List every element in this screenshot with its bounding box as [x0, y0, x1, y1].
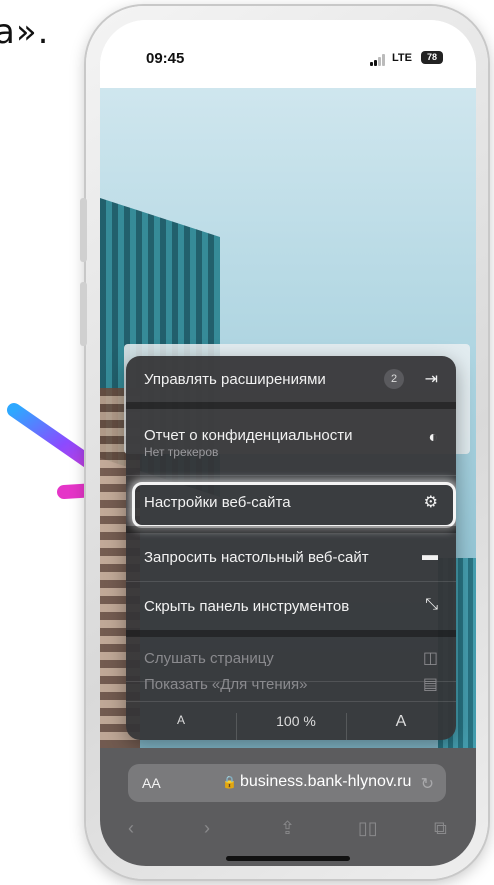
menu-item-privacy-report[interactable]: Отчет о конфиденциальности Нет трекеров …	[126, 409, 456, 475]
desktop-icon: ▬	[422, 547, 438, 564]
tabs-icon[interactable]: ⧉	[434, 818, 447, 839]
zoom-level: 100 %	[276, 713, 316, 729]
zoom-increase-button[interactable]: A	[386, 713, 416, 731]
privacy-sublabel: Нет трекеров	[144, 445, 219, 459]
status-bar: 09:45 LTE 78	[100, 20, 476, 88]
page-menu: Управлять расширениями 2 ⇥ Отчет о конфи…	[126, 356, 456, 740]
menu-item-listen-page[interactable]: Слушать страницу ◫	[126, 637, 456, 681]
zoom-decrease-button[interactable]: A	[166, 713, 196, 727]
extensions-icon: ⇥	[424, 371, 438, 388]
bookmarks-icon[interactable]: ▯▯	[358, 818, 378, 839]
back-icon[interactable]: ‹	[128, 818, 134, 839]
zoom-controls: A 100 % A	[126, 702, 456, 740]
menu-item-reader[interactable]: Показать «Для чтения» ▤	[126, 676, 456, 702]
reload-icon[interactable]: ↻	[421, 774, 434, 794]
browser-toolbar: ‹ › ⇪ ▯▯ ⧉	[100, 816, 476, 846]
resize-icon: ⤡	[425, 596, 438, 613]
shield-icon: ◐	[428, 429, 438, 446]
highlight-frame	[132, 482, 456, 528]
phone-screen: 09:45 LTE 78 Управлять расширениями 2 ⇥ …	[100, 20, 476, 866]
share-icon[interactable]: ⇪	[280, 818, 295, 839]
signal-icon	[370, 54, 388, 66]
side-button-volume	[80, 282, 87, 346]
extensions-count-badge: 2	[384, 369, 404, 389]
speaker-icon: ◫	[422, 650, 438, 667]
battery-icon: 78	[421, 51, 443, 64]
status-time: 09:45	[146, 50, 185, 67]
menu-item-hide-toolbar[interactable]: Скрыть панель инструментов ⤡	[126, 582, 456, 630]
home-indicator	[226, 856, 350, 861]
side-button-action	[80, 198, 87, 262]
forward-icon[interactable]: ›	[204, 818, 210, 839]
lock-icon: 🔒	[222, 775, 237, 789]
menu-item-extensions[interactable]: Управлять расширениями 2 ⇥	[126, 356, 456, 402]
text-size-button[interactable]: AA	[142, 775, 161, 791]
reader-icon: ▤	[422, 676, 438, 693]
url-text: business.bank-hlynov.ru	[240, 773, 412, 790]
menu-item-request-desktop[interactable]: Запросить настольный веб-сайт ▬	[126, 533, 456, 581]
address-bar[interactable]: AA 🔒 business.bank-hlynov.ru ↻	[128, 764, 446, 802]
caption-text: а».	[0, 12, 50, 52]
network-type: LTE	[392, 52, 412, 64]
